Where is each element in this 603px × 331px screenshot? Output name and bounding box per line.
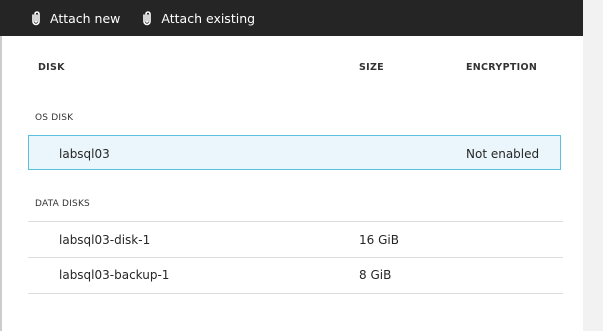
paperclip-icon [32,11,40,26]
os-disk-row[interactable]: labsql03 Not enabled [28,135,561,170]
attach-new-button[interactable]: Attach new [29,0,120,36]
attach-new-label: Attach new [50,10,121,26]
table-row[interactable]: labsql03-disk-1 16 GiB [28,222,563,258]
column-header-disk[interactable]: DISK [38,62,65,73]
attach-existing-button[interactable]: Attach existing [140,0,255,36]
disk-encryption: Not enabled [466,147,540,161]
disk-size: 8 GiB [359,268,392,282]
disk-name: labsql03-disk-1 [59,233,151,247]
column-header-encryption[interactable]: ENCRYPTION [466,62,537,73]
disk-size: 16 GiB [359,233,399,247]
panel-left-border [0,36,2,331]
row-divider [28,293,563,294]
attach-existing-label: Attach existing [161,10,256,26]
disk-name: labsql03-backup-1 [59,268,170,282]
command-bar: Attach new Attach existing [0,0,583,36]
column-header-size[interactable]: SIZE [359,62,384,73]
scrollbar-track[interactable] [583,0,603,331]
paperclip-icon [143,11,152,26]
data-disks-section-label: DATA DISKS [35,199,90,209]
disk-name: labsql03 [59,147,110,161]
os-disk-section-label: OS DISK [35,113,74,123]
table-row[interactable]: labsql03-backup-1 8 GiB [28,258,563,294]
